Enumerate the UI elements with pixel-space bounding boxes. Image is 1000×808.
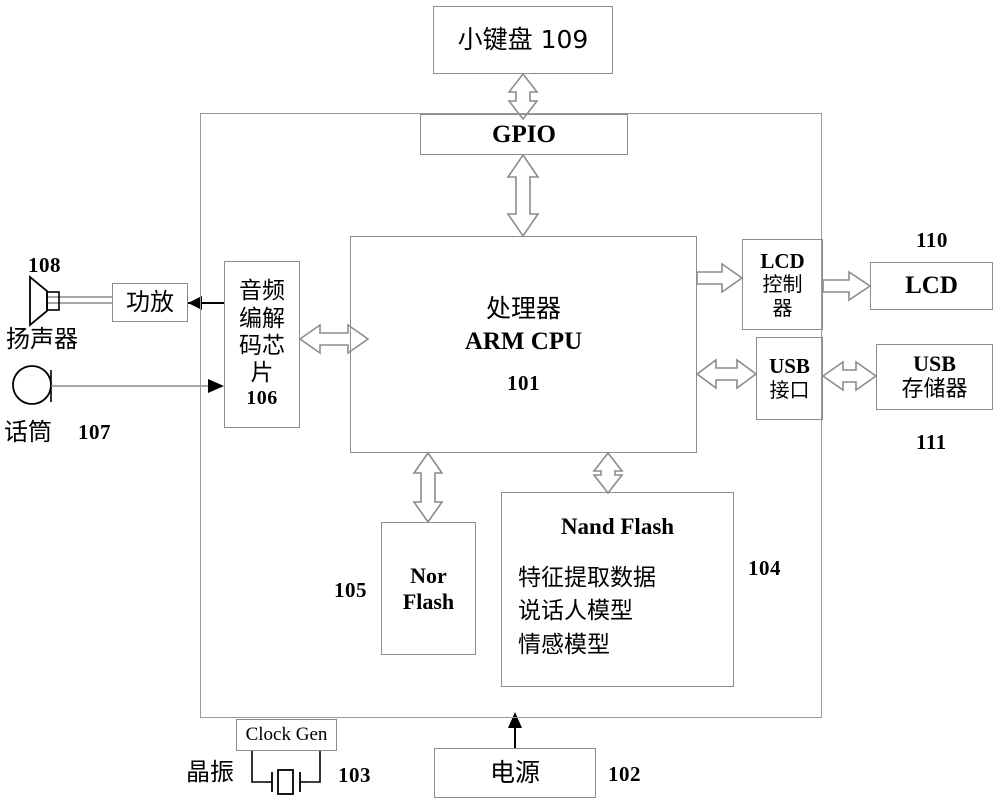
cpu-block[interactable]: 处理器 ARM CPU 101 xyxy=(350,236,697,453)
audio-codec-ref: 106 xyxy=(246,386,278,409)
usb-storage-block[interactable]: USB 存储器 xyxy=(876,344,993,410)
clock-gen-ref: 103 xyxy=(338,763,371,787)
usb-storage-ref: 111 xyxy=(916,430,947,454)
speaker-label: 扬声器 xyxy=(6,325,78,353)
gpio-label: GPIO xyxy=(492,120,556,148)
lcd-ref: 110 xyxy=(916,228,948,252)
nand-flash-block[interactable]: Nand Flash 特征提取数据 说话人模型 情感模型 xyxy=(501,492,734,687)
nor-flash-block[interactable]: Nor Flash xyxy=(381,522,476,655)
microphone-icon xyxy=(12,365,52,405)
keypad-block[interactable]: 小键盘 109 xyxy=(433,6,613,74)
cpu-label-cn: 处理器 xyxy=(485,293,561,323)
nor-flash-line1: Nor xyxy=(410,562,447,588)
lcd-label: LCD xyxy=(905,272,958,300)
crystal-oscillator-icon xyxy=(251,750,321,795)
gpio-block[interactable]: GPIO xyxy=(420,114,628,155)
nand-flash-item-2: 情感模型 xyxy=(518,631,610,658)
nand-flash-ref: 104 xyxy=(748,556,781,580)
audio-codec-line1: 音频 xyxy=(239,278,285,305)
cpu-ref: 101 xyxy=(507,370,540,395)
clock-gen-label: Clock Gen xyxy=(245,723,328,745)
amplifier-label: 功放 xyxy=(126,288,174,317)
lcd-controller-line3: 器 xyxy=(772,295,793,320)
audio-codec-line4: 片 xyxy=(250,359,274,386)
audio-codec-block[interactable]: 音频 编解 码芯 片 106 xyxy=(224,261,300,428)
usb-storage-line1: USB xyxy=(913,351,956,377)
lcd-block[interactable]: LCD xyxy=(870,262,993,310)
speaker-ref: 108 xyxy=(28,253,61,277)
nand-flash-item-1: 说话人模型 xyxy=(518,598,633,625)
usb-interface-block[interactable]: USB 接口 xyxy=(756,337,823,420)
usb-storage-line2: 存储器 xyxy=(901,377,968,402)
connector-microphone-to-codec xyxy=(51,379,224,393)
clock-gen-block[interactable]: Clock Gen xyxy=(236,719,337,751)
nand-flash-item-0: 特征提取数据 xyxy=(518,565,656,592)
lcd-controller-line1: LCD xyxy=(760,248,805,273)
crystal-label: 晶振 xyxy=(186,758,234,786)
keypad-label: 小键盘 109 xyxy=(457,25,589,55)
power-block[interactable]: 电源 xyxy=(434,748,596,798)
audio-codec-line2: 编解 xyxy=(239,305,285,332)
lcd-controller-block[interactable]: LCD 控制 器 xyxy=(742,239,823,330)
amplifier-block[interactable]: 功放 xyxy=(112,283,188,322)
lcd-controller-line2: 控制 xyxy=(762,272,803,297)
connector-amplifier-to-speaker xyxy=(47,296,112,304)
nand-flash-title: Nand Flash xyxy=(560,514,675,539)
cpu-label-en: ARM CPU xyxy=(464,328,583,356)
nor-flash-ref: 105 xyxy=(334,578,367,602)
connector-lcd-controller-to-lcd xyxy=(822,270,872,302)
speaker-icon xyxy=(29,275,60,327)
power-label: 电源 xyxy=(489,758,540,788)
power-ref: 102 xyxy=(608,762,641,786)
audio-codec-line3: 码芯 xyxy=(239,332,285,359)
diagram-canvas: 小键盘 109 GPIO 处理器 ARM CPU 101 音频 编解 码芯 片 … xyxy=(0,0,1000,808)
microphone-ref: 107 xyxy=(78,420,111,444)
connector-usb-interface-to-storage xyxy=(821,360,878,392)
microphone-label: 话筒 xyxy=(4,418,52,446)
nor-flash-line2: Flash xyxy=(402,588,455,614)
usb-interface-line2: 接口 xyxy=(769,378,810,403)
usb-interface-line1: USB xyxy=(769,354,810,379)
